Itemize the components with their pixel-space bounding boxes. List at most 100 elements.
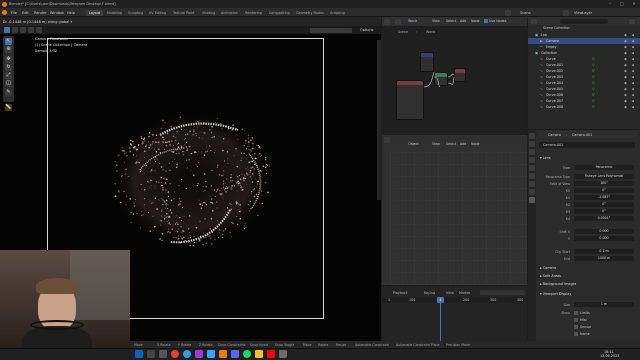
- annotate-icon[interactable]: ✎: [5, 89, 12, 96]
- show-checkbox[interactable]: [574, 325, 578, 329]
- render-camera-icon[interactable]: ▪: [632, 33, 634, 37]
- tab-scripting[interactable]: Scripting: [327, 10, 348, 17]
- visibility-eye-icon[interactable]: ◉: [624, 51, 627, 55]
- select-intersect-icon[interactable]: [36, 27, 42, 33]
- size-field[interactable]: 1 m: [574, 302, 634, 307]
- settings-icon[interactable]: [279, 350, 287, 358]
- render-camera-icon[interactable]: ▪: [632, 69, 634, 73]
- scale-icon[interactable]: ⤢: [5, 72, 12, 79]
- graph-mode-dropdown[interactable]: Object: [408, 142, 419, 146]
- scene-selector[interactable]: Scene: [520, 11, 531, 15]
- show-checkbox[interactable]: [574, 332, 578, 336]
- filter-icon[interactable]: [629, 18, 635, 24]
- tab-geometry-nodes[interactable]: Geometry Nodes: [293, 10, 327, 17]
- search-icon[interactable]: [147, 350, 155, 358]
- outliner-row[interactable]: ∿ Curve.007 ▽ ◉ ▪: [528, 98, 640, 104]
- show-checkbox[interactable]: [574, 318, 578, 322]
- field-value[interactable]: 0.000: [574, 229, 634, 234]
- outliner-row[interactable]: ∿ Curve.004 ▽ ◉ ▪: [528, 80, 640, 86]
- tab-uv-editing[interactable]: UV Editing: [146, 10, 169, 17]
- select-subtract-icon[interactable]: [28, 27, 34, 33]
- minimize-icon[interactable]: –: [604, 1, 616, 7]
- field-value[interactable]: -1.083°: [574, 195, 634, 200]
- render-camera-icon[interactable]: ▪: [632, 57, 634, 61]
- section-header[interactable]: ▸ Camera: [540, 266, 556, 270]
- section-header[interactable]: ▾ Viewport Display: [540, 292, 571, 296]
- close-icon[interactable]: ×: [628, 1, 640, 7]
- camera-data-block[interactable]: Camera.001: [539, 142, 635, 148]
- viewport-shading-buttons[interactable]: [310, 27, 352, 33]
- section-header[interactable]: ▸ Safe Areas: [540, 274, 561, 278]
- outliner-search-field[interactable]: [560, 18, 608, 24]
- render-camera-icon[interactable]: ▪: [632, 81, 634, 85]
- tab-shading[interactable]: Shading: [199, 10, 218, 17]
- show-checkbox[interactable]: [574, 311, 578, 315]
- visibility-eye-icon[interactable]: ◉: [624, 57, 627, 61]
- render-camera-icon[interactable]: ▪: [632, 39, 634, 43]
- tab-compositing[interactable]: Compositing: [266, 10, 293, 17]
- field-value[interactable]: 180°: [574, 181, 634, 186]
- measure-icon[interactable]: 📏: [5, 104, 12, 111]
- graph-menu-add[interactable]: Add: [460, 142, 466, 146]
- render-camera-icon[interactable]: ▪: [632, 93, 634, 97]
- rotate-icon[interactable]: ↻: [5, 64, 12, 71]
- render-camera-icon[interactable]: ▪: [632, 51, 634, 55]
- youtube-icon[interactable]: [267, 350, 275, 358]
- scene-icon[interactable]: [505, 9, 511, 16]
- view-layer-tab-icon[interactable]: [529, 157, 535, 163]
- options-button[interactable]: Options: [360, 28, 374, 32]
- tab-sculpting[interactable]: Sculpting: [125, 10, 146, 17]
- tab-animation[interactable]: Animation: [218, 10, 241, 17]
- timeline-menu-keying[interactable]: Keying: [424, 291, 435, 295]
- field-value[interactable]: 0.0001°: [574, 216, 634, 221]
- start-icon[interactable]: [135, 350, 143, 358]
- field-value[interactable]: 0°: [574, 202, 634, 207]
- mode-icon[interactable]: [4, 27, 10, 33]
- tab-texture-paint[interactable]: Texture Paint: [170, 10, 197, 17]
- graph-editor-type-icon[interactable]: [384, 136, 390, 143]
- chrome-icon[interactable]: [171, 350, 179, 358]
- lens-section-header[interactable]: ▾ Lens: [540, 156, 551, 160]
- tool-tab-icon[interactable]: [529, 133, 535, 139]
- section-header[interactable]: ▸ Background Images: [540, 282, 576, 286]
- blender-taskbar-icon[interactable]: [219, 350, 227, 358]
- taskbar-clock[interactable]: 18:11: [604, 350, 614, 354]
- tab-rendering[interactable]: Rendering: [242, 10, 265, 17]
- menu-file[interactable]: File: [11, 11, 17, 15]
- move-icon[interactable]: ✥: [5, 56, 12, 63]
- outliner-row[interactable]: ∿ Curve.002 ▽ ◉ ▪: [528, 68, 640, 74]
- camera-data-name[interactable]: Camera.001: [543, 143, 563, 147]
- outliner-row[interactable]: ∿ Curve.001 ▽ ◉ ▪: [528, 62, 640, 68]
- visibility-eye-icon[interactable]: ◉: [624, 45, 627, 49]
- visibility-eye-icon[interactable]: ◉: [624, 93, 627, 97]
- field-value[interactable]: Fisheye Lens Polynomial: [574, 174, 634, 179]
- outliner-row[interactable]: ∿ Curve.008 ▽ ◉ ▪: [528, 104, 640, 110]
- visibility-eye-icon[interactable]: ◉: [624, 39, 627, 43]
- visibility-eye-icon[interactable]: ◉: [624, 33, 627, 37]
- render-camera-icon[interactable]: ▪: [632, 75, 634, 79]
- output-tab-icon[interactable]: [529, 149, 535, 155]
- tab-modeling[interactable]: Modeling: [104, 10, 125, 17]
- maximize-icon[interactable]: □: [616, 1, 628, 7]
- explorer-icon[interactable]: [255, 350, 263, 358]
- playback-controls[interactable]: [480, 290, 525, 295]
- select-box-icon[interactable]: [12, 27, 18, 33]
- visibility-eye-icon[interactable]: ◉: [624, 105, 627, 109]
- view-layer-icon[interactable]: [563, 9, 569, 16]
- field-value[interactable]: 0°: [574, 188, 634, 193]
- timeline-menu-marker[interactable]: Marker: [459, 291, 470, 295]
- blender-menu-icon[interactable]: [2, 10, 7, 15]
- select-extend-icon[interactable]: [20, 27, 26, 33]
- tab-layout[interactable]: Layout: [86, 9, 104, 16]
- field-value[interactable]: Panoramic: [574, 165, 634, 170]
- visibility-eye-icon[interactable]: ◉: [624, 75, 627, 79]
- select-icon[interactable]: ↖: [5, 38, 12, 45]
- visibility-eye-icon[interactable]: ◉: [624, 81, 627, 85]
- spotify-icon[interactable]: [243, 350, 251, 358]
- render-camera-icon[interactable]: ▪: [632, 99, 634, 103]
- graph-menu-view[interactable]: View: [432, 142, 440, 146]
- taskbar-date[interactable]: 13.06.2023: [600, 354, 619, 358]
- timeline-menu-playback[interactable]: Playback: [393, 291, 408, 295]
- render-camera-icon[interactable]: ▪: [632, 105, 634, 109]
- render-camera-icon[interactable]: ▪: [632, 87, 634, 91]
